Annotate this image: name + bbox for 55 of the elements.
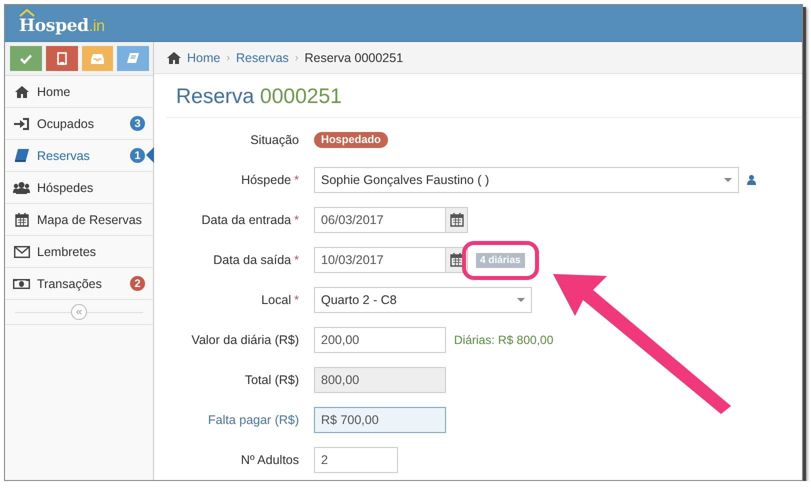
select-field[interactable]: Quarto 2 - C8 (314, 287, 532, 313)
home-icon[interactable] (167, 52, 181, 64)
input-field: 800,00 (314, 367, 446, 393)
door-icon (56, 52, 67, 65)
required-mark: * (294, 173, 299, 187)
inbox-icon (90, 54, 104, 64)
select-field[interactable]: Sophie Gonçalves Faustino ( ) (314, 167, 739, 193)
banknote-icon (13, 278, 30, 290)
breadcrumb-current: Reserva 0000251 (304, 50, 404, 64)
field-label: Falta pagar (R$) (208, 413, 299, 427)
count-badge: 3 (130, 116, 145, 131)
envelope-icon (14, 246, 30, 258)
field-label: Local (261, 293, 292, 307)
field-label: Nº Adultos (240, 453, 299, 467)
home-icon (14, 86, 28, 98)
active-pointer (146, 147, 154, 163)
field-label: Hóspede (241, 173, 292, 187)
quick-action-button[interactable] (10, 46, 42, 71)
breadcrumb-separator: › (294, 52, 298, 64)
users-icon (13, 182, 30, 194)
field-label: Data da entrada (201, 213, 292, 227)
logo[interactable]: Hosped.in (19, 9, 105, 37)
caret-icon (517, 298, 525, 302)
count-badge: 2 (130, 276, 145, 291)
input-field[interactable]: R$ 700,00 (314, 407, 446, 433)
field-label: Valor da diária (R$) (192, 333, 299, 347)
person-icon[interactable] (747, 175, 756, 185)
required-mark: * (294, 293, 299, 307)
caret-icon (724, 178, 732, 182)
field-label: Total (R$) (244, 373, 299, 387)
breadcrumb-separator: › (226, 52, 230, 64)
field-label: Data da saída (213, 253, 292, 267)
input-field[interactable]: 200,00 (314, 327, 446, 353)
count-badge: 1 (130, 148, 145, 163)
nights-tag: 4 diárias (476, 252, 525, 268)
calendar-button[interactable] (446, 207, 468, 233)
book-icon (127, 52, 140, 64)
quick-action-button[interactable] (46, 46, 78, 71)
sign-in-icon (14, 118, 30, 130)
book-icon (14, 149, 28, 162)
field-label: Situação (250, 133, 299, 147)
breadcrumb-link[interactable]: Reservas (236, 50, 289, 64)
input-field[interactable]: 2 (314, 447, 398, 473)
required-mark: * (294, 213, 299, 227)
date-field[interactable]: 06/03/2017 (314, 207, 446, 233)
calendar-icon (450, 213, 464, 227)
required-mark: * (294, 253, 299, 267)
calendar-icon (450, 253, 464, 267)
page-title: Reserva 0000251 (166, 74, 802, 118)
date-field[interactable]: 10/03/2017 (314, 247, 446, 273)
calendar-icon (14, 212, 28, 226)
check-icon (20, 54, 32, 64)
status-badge: Hospedado (314, 132, 388, 148)
breadcrumb-link[interactable]: Home (187, 50, 220, 64)
daily-total-text: Diárias: R$ 800,00 (454, 333, 554, 347)
